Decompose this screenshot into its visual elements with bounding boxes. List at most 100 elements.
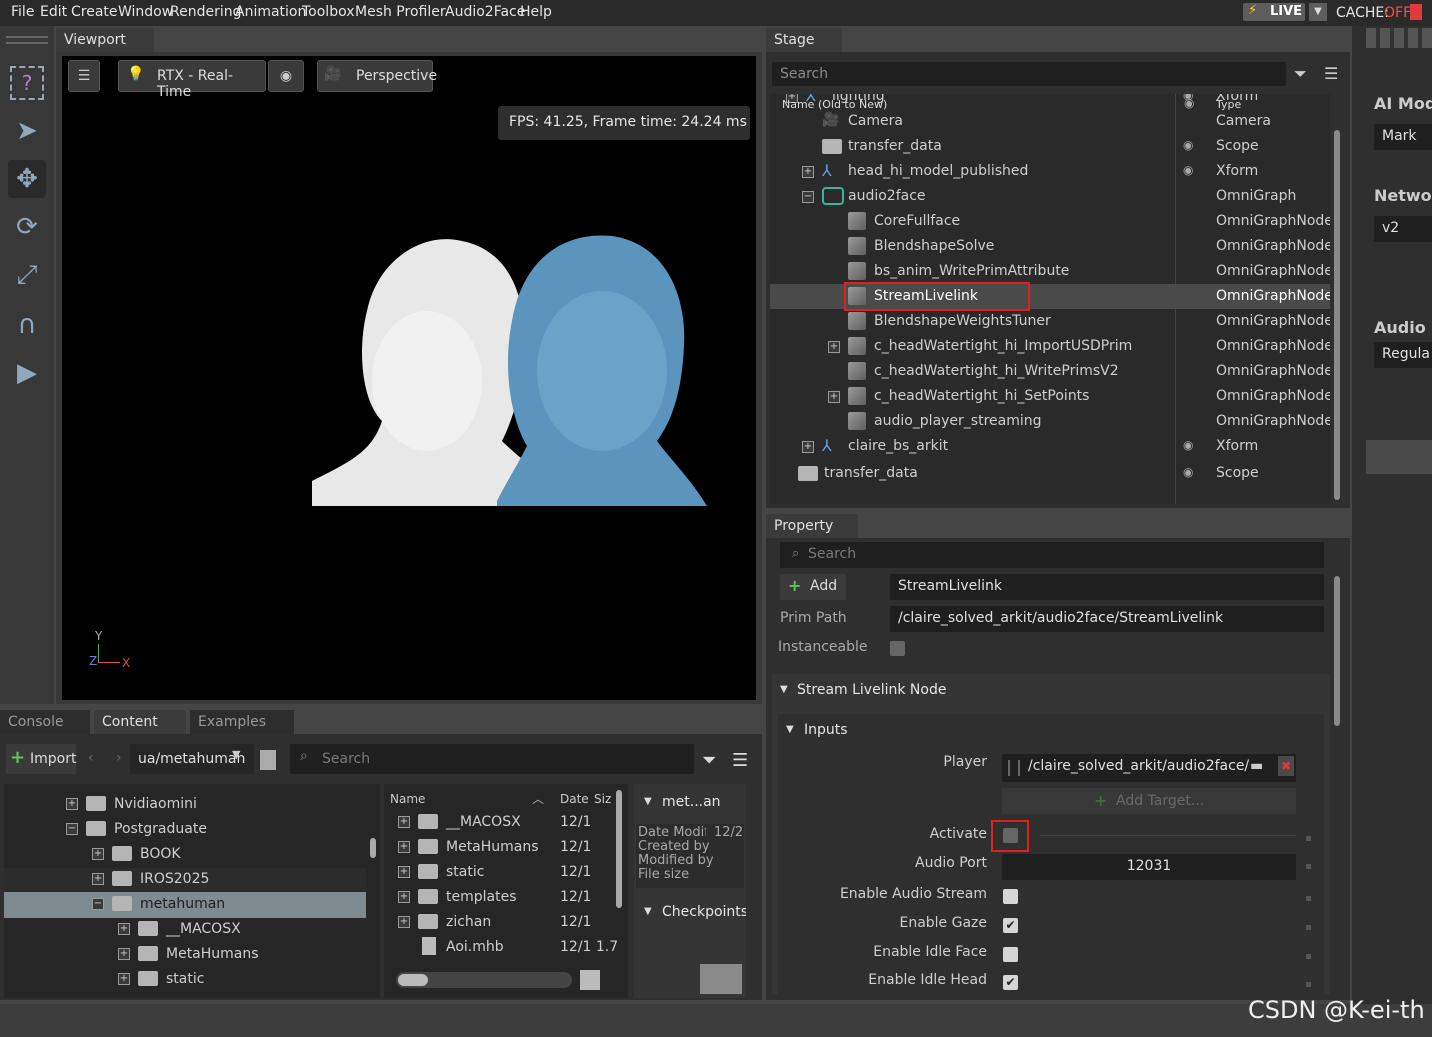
property-scrollbar[interactable] (1334, 576, 1340, 726)
tree-item[interactable]: metahuman (140, 896, 225, 912)
expand-icon[interactable]: + (92, 848, 104, 860)
network-select[interactable]: v2 (1374, 216, 1432, 242)
visibility-eye-icon[interactable]: ◉ (1183, 138, 1193, 152)
drag-handle-icon[interactable] (1008, 760, 1020, 776)
expand-icon[interactable]: + (398, 916, 410, 928)
ai-model-select[interactable]: Mark (1374, 124, 1432, 150)
tab-console[interactable]: Console (0, 710, 90, 734)
tab-stage[interactable]: Stage (766, 28, 842, 52)
visibility-eye-icon[interactable]: ◉ (1183, 438, 1193, 452)
back-arrow-icon[interactable]: ‹ (88, 750, 94, 766)
live-button[interactable]: ⚡ LIVE (1243, 3, 1305, 21)
menu-audio2face[interactable]: Audio2Face (445, 4, 525, 20)
stage-scrollbar[interactable] (1334, 130, 1340, 500)
col-type-header[interactable]: Type (1216, 98, 1241, 111)
tree-item[interactable]: MetaHumans (166, 946, 259, 962)
enable-idle-head-checkbox[interactable]: ✔ (1003, 975, 1018, 990)
expand-icon[interactable]: + (398, 816, 410, 828)
col-size[interactable]: Siz (594, 792, 611, 806)
stage-row[interactable]: transfer_data ◉ Scope (770, 134, 1330, 159)
tree-item[interactable]: Nvidiaomini (114, 796, 197, 812)
stage-row[interactable]: + c_headWatertight_hi_SetPoints OmniGraphN… (770, 384, 1330, 409)
file-name[interactable]: Aoi.mhb (446, 939, 504, 955)
stage-row[interactable]: CoreFullface OmniGraphNode (770, 209, 1330, 234)
stage-row[interactable]: BlendshapeSolve OmniGraphNode (770, 234, 1330, 259)
collapse-triangle-icon[interactable]: ▼ (780, 684, 788, 695)
stage-row[interactable]: transfer_data ◉ Scope (770, 461, 1330, 486)
select-arrow-icon[interactable]: ➤ (8, 112, 46, 150)
stage-row[interactable]: + ⅄ head_hi_model_published ◉ Xform (770, 159, 1330, 184)
file-name[interactable]: MetaHumans (446, 839, 539, 855)
file-name[interactable]: zichan (446, 914, 491, 930)
enable-gaze-checkbox[interactable]: ✔ (1003, 918, 1018, 933)
content-search-input[interactable]: Search (290, 744, 694, 774)
col-name-header[interactable]: Name (Old to New) (782, 98, 887, 111)
rotate-icon[interactable]: ⟳ (8, 208, 46, 246)
property-search-input[interactable]: Search (780, 542, 1324, 568)
file-name[interactable]: templates (446, 889, 517, 905)
filter-icon[interactable]: ⏷ (1294, 64, 1307, 84)
expand-icon[interactable]: + (398, 866, 410, 878)
tab-property[interactable]: Property (766, 514, 858, 538)
menu-file[interactable]: File (11, 4, 34, 20)
expand-icon[interactable]: + (66, 798, 78, 810)
checkpoint-thumbnail[interactable] (700, 964, 742, 994)
grid-view-icon[interactable] (580, 970, 600, 990)
menu-rendering[interactable]: Rendering (170, 4, 242, 20)
viewport-canvas[interactable]: ☰ 💡 RTX - Real-Time ◉ 🎥 Perspective FPS:… (62, 56, 756, 700)
remove-icon[interactable]: ✖ (1278, 756, 1294, 776)
tab-viewport[interactable]: Viewport (56, 28, 154, 52)
path-dropdown-chevron-icon[interactable]: ▼ (232, 748, 240, 761)
tree-scrollbar[interactable] (370, 838, 376, 858)
prim-path-field[interactable]: /claire_solved_arkit/audio2face/StreamLi… (890, 606, 1324, 632)
expand-icon[interactable]: + (92, 873, 104, 885)
side-action-button[interactable] (1366, 440, 1432, 474)
audio-port-field[interactable]: 12031 (1002, 854, 1296, 880)
tree-item[interactable]: __MACOSX (166, 921, 241, 937)
expand-icon[interactable]: + (118, 923, 130, 935)
expand-icon[interactable]: + (802, 441, 814, 453)
col-date[interactable]: Date (560, 792, 589, 806)
import-button[interactable]: + Import (6, 744, 76, 774)
menu-help[interactable]: Help (520, 4, 552, 20)
details-triangle-icon[interactable]: ▼ (644, 796, 652, 807)
tab-content[interactable]: Content (94, 710, 186, 734)
visibility-eye-icon[interactable]: ◉ (1183, 465, 1193, 479)
checkpoints-triangle-icon[interactable]: ▼ (644, 906, 652, 917)
sort-chevron-icon[interactable]: ︿ (532, 790, 544, 807)
collapse-icon[interactable]: − (92, 898, 104, 910)
play-icon[interactable]: ▶ (8, 354, 46, 392)
menu-mesh-profiler[interactable]: Mesh Profiler (355, 4, 446, 20)
enable-idle-face-checkbox[interactable] (1003, 947, 1018, 962)
settings-sliders-icon[interactable]: ☰ (68, 60, 100, 92)
collapse-icon[interactable]: − (66, 823, 78, 835)
stage-row[interactable]: − audio2face OmniGraph (770, 184, 1330, 209)
stage-row[interactable]: StreamLivelink OmniGraphNode (770, 282, 1330, 311)
expand-icon[interactable]: + (118, 973, 130, 985)
snap-magnet-icon[interactable]: ∩ (8, 306, 46, 344)
file-hscrollbar[interactable] (396, 972, 572, 988)
camera-button[interactable]: 🎥 Perspective (317, 60, 437, 92)
eye-icon[interactable]: ◉ (268, 60, 304, 92)
visibility-eye-icon[interactable]: ◉ (1183, 163, 1193, 177)
stage-row[interactable]: bs_anim_WritePrimAttribute OmniGraphNode (770, 259, 1330, 284)
menu-create[interactable]: Create (71, 4, 118, 20)
stage-row[interactable]: + c_headWatertight_hi_ImportUSDPrim OmniGr… (770, 334, 1330, 359)
renderer-button[interactable]: 💡 RTX - Real-Time (118, 60, 266, 100)
menu-animation[interactable]: Animation (235, 4, 306, 20)
tree-item[interactable]: BOOK (140, 846, 181, 862)
expand-icon[interactable]: + (398, 891, 410, 903)
menu-window[interactable]: Window (118, 4, 173, 20)
col-name[interactable]: Name (390, 792, 425, 806)
file-vscrollbar[interactable] (616, 790, 622, 908)
stage-search-input[interactable]: Search (772, 62, 1286, 86)
menu-toolbox[interactable]: Toolbox (302, 4, 355, 20)
stage-row[interactable]: audio_player_streaming OmniGraphNode (770, 409, 1330, 434)
tree-item[interactable]: static (166, 971, 204, 987)
expand-icon[interactable]: + (398, 841, 410, 853)
folder-icon[interactable]: ▬ (1250, 758, 1263, 774)
add-button[interactable]: + Add (780, 574, 846, 600)
tree-item[interactable]: IROS2025 (140, 871, 209, 887)
add-target-button[interactable]: + Add Target... (1002, 788, 1296, 814)
file-name[interactable]: static (446, 864, 484, 880)
